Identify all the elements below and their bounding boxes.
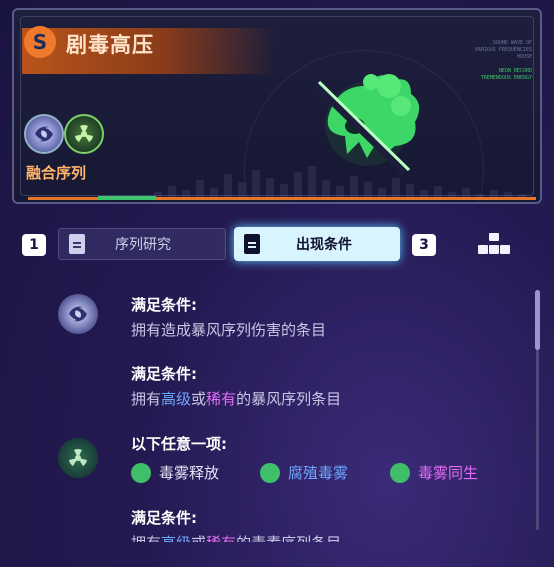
text-span: 或 [191,390,207,408]
text-span: 的暴风序列条目 [236,390,342,408]
document-icon [69,234,85,254]
scrollbar-thumb[interactable] [535,290,540,350]
sequence-logo-icon: S [24,26,56,58]
storm-sequence-icon [58,294,98,334]
blocks-menu-icon[interactable] [476,232,512,256]
condition-text: 拥有高级或稀有的暴风序列条目 [131,388,341,409]
humus-toxin-icon [260,462,280,483]
rarity-rare: 稀有 [206,534,236,542]
next-tab-key[interactable]: 3 [412,234,436,256]
rarity-advanced: 高级 [161,390,192,408]
text-span: 或 [191,534,206,542]
condition-title: 满足条件: [131,365,197,383]
condition-title: 满足条件: [131,509,197,527]
flavor-text: SOUND WAVE OF VARIOUS FREQUENCIES HOUSE … [474,40,532,81]
tab-label: 序列研究 [115,237,171,253]
condition-title: 以下任意一项: [131,435,227,453]
option-toxic-symbiosis[interactable]: 毒雾同生 [390,462,478,483]
text-span: 拥有 [131,390,162,408]
option-label: 毒雾同生 [418,464,479,482]
tab-sequence-research[interactable]: 序列研究 [58,228,226,260]
toxic-sequence-icon [58,438,98,478]
option-label: 腐殖毒雾 [288,464,349,482]
condition-text: 拥有造成暴风序列伤害的条目 [131,321,327,339]
storm-emblem-icon[interactable] [24,114,64,154]
text-span: 拥有 [131,534,161,542]
tab-label: 出现条件 [296,237,352,253]
conditions-panel[interactable]: 满足条件: 拥有造成暴风序列伤害的条目 满足条件: 拥有高级或稀有的暴风序列条目… [0,280,554,542]
document-icon [244,234,260,254]
progress-marker [98,196,156,200]
fusion-sequence-label: 融合序列 [26,164,87,182]
equalizer-bar [252,170,260,200]
condition-text: 拥有高级或稀有的毒素序列条目 [131,532,341,542]
sequence-title: 剧毒高压 [66,33,154,57]
toxic-creature-icon [312,74,420,175]
radiation-emblem-icon[interactable] [64,114,104,154]
rarity-rare: 稀有 [206,390,237,408]
option-label: 毒雾释放 [159,464,220,482]
condition-title: 满足条件: [131,296,197,314]
text-span: 的毒素序列条目 [236,534,341,542]
tab-appearance-conditions[interactable]: 出现条件 [234,227,400,261]
prev-tab-key[interactable]: 1 [22,234,46,256]
option-humus-toxin[interactable]: 腐殖毒雾 [260,462,348,483]
toxic-symbiosis-icon [390,462,410,483]
option-toxic-release[interactable]: 毒雾释放 [131,462,219,483]
toxic-release-icon [131,462,151,483]
rarity-advanced: 高级 [161,534,191,542]
